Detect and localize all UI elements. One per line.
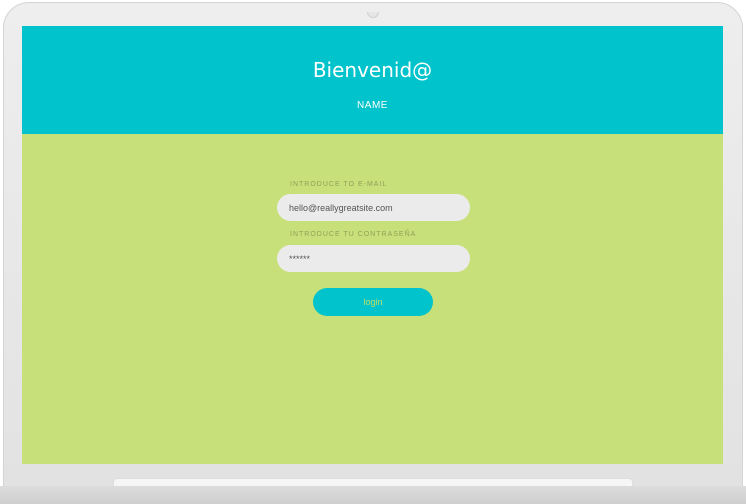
- password-label: INTRODUCE TU CONTRASEÑA: [290, 231, 417, 238]
- screen: Bienvenid@ NAME INTRODUCE TO E-MAIL INTR…: [22, 26, 723, 464]
- email-field[interactable]: [277, 194, 470, 221]
- header-banner: Bienvenid@ NAME: [22, 26, 723, 134]
- laptop-frame: Bienvenid@ NAME INTRODUCE TO E-MAIL INTR…: [0, 0, 746, 504]
- page-title: Bienvenid@: [312, 58, 433, 82]
- user-name-label: NAME: [357, 100, 388, 111]
- password-field[interactable]: [277, 245, 470, 272]
- laptop-hinge: [113, 478, 633, 486]
- email-label: INTRODUCE TO E-MAIL: [290, 181, 388, 188]
- laptop-base: [0, 486, 746, 504]
- login-button[interactable]: login: [313, 288, 433, 316]
